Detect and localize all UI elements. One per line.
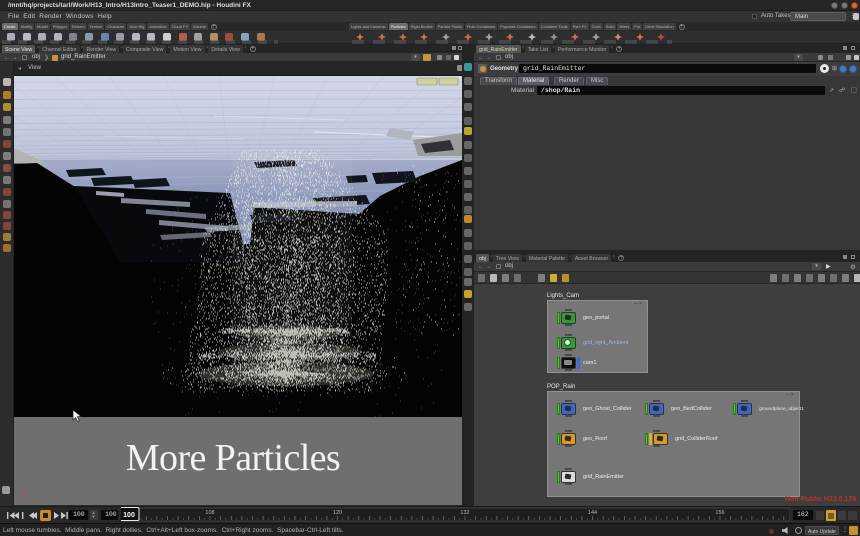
svg-text:100: 100 bbox=[123, 512, 135, 519]
svg-text:156: 156 bbox=[715, 510, 724, 516]
svg-text:120: 120 bbox=[333, 510, 342, 516]
svg-text:132: 132 bbox=[460, 510, 469, 516]
svg-text:144: 144 bbox=[588, 510, 597, 516]
svg-text:108: 108 bbox=[205, 510, 214, 516]
